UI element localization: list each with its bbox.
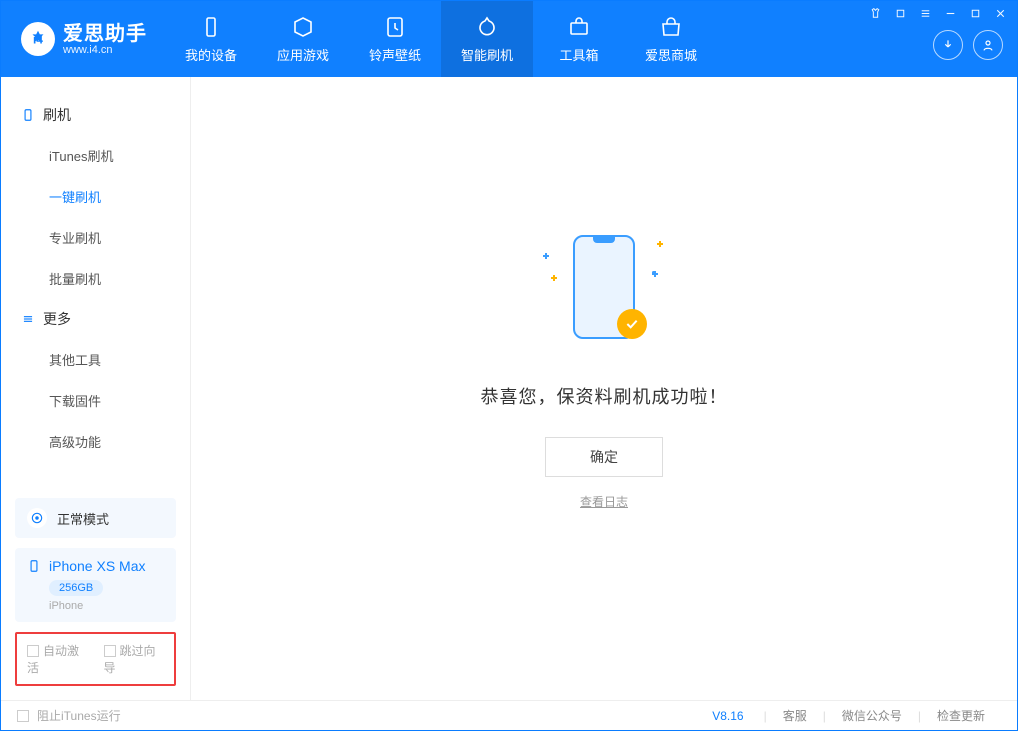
mode-icon bbox=[27, 508, 47, 528]
success-illustration bbox=[529, 227, 679, 357]
skip-guide-option[interactable]: 跳过向导 bbox=[104, 642, 165, 676]
svg-text:i4: i4 bbox=[33, 33, 43, 47]
sidebar-item-download-firmware[interactable]: 下载固件 bbox=[1, 380, 190, 421]
sidebar-item-advanced[interactable]: 高级功能 bbox=[1, 421, 190, 462]
checkbox-icon[interactable] bbox=[104, 645, 116, 657]
device-type: iPhone bbox=[49, 600, 164, 612]
footer-link-update[interactable]: 检查更新 bbox=[921, 707, 1001, 724]
header-right bbox=[859, 1, 1017, 77]
sidebar-item-batch-flash[interactable]: 批量刷机 bbox=[1, 258, 190, 299]
footer-link-support[interactable]: 客服 bbox=[767, 707, 823, 724]
capacity-badge: 256GB bbox=[49, 580, 103, 596]
menu-icon[interactable] bbox=[919, 7, 932, 20]
minimize-icon[interactable] bbox=[944, 7, 957, 20]
nav-label: 爱思商城 bbox=[645, 45, 697, 64]
nav-tab-mydevice[interactable]: 我的设备 bbox=[165, 1, 257, 77]
checkbox-icon[interactable] bbox=[17, 710, 29, 722]
logo-icon: i4 bbox=[21, 22, 55, 56]
sidebar-item-pro-flash[interactable]: 专业刷机 bbox=[1, 217, 190, 258]
nav-tab-apps[interactable]: 应用游戏 bbox=[257, 1, 349, 77]
options-row: 自动激活 跳过向导 bbox=[15, 632, 176, 686]
ok-button[interactable]: 确定 bbox=[545, 437, 663, 477]
phone-icon bbox=[27, 559, 41, 573]
cube-icon[interactable] bbox=[894, 7, 907, 20]
shirt-icon[interactable] bbox=[869, 7, 882, 20]
device-card[interactable]: iPhone XS Max 256GB iPhone bbox=[15, 548, 176, 622]
sidebar-section-more: 更多 bbox=[1, 299, 190, 339]
footer: 阻止iTunes运行 V8.16 | 客服 | 微信公众号 | 检查更新 bbox=[1, 700, 1017, 730]
logo-area: i4 爱思助手 www.i4.cn bbox=[1, 1, 165, 77]
nav-tab-flash[interactable]: 智能刷机 bbox=[441, 1, 533, 77]
sidebar-item-othertools[interactable]: 其他工具 bbox=[1, 339, 190, 380]
nav-label: 我的设备 bbox=[185, 45, 237, 64]
footer-link-wechat[interactable]: 微信公众号 bbox=[826, 707, 918, 724]
nav-label: 铃声壁纸 bbox=[369, 45, 421, 64]
header: i4 爱思助手 www.i4.cn 我的设备 应用游戏 铃声壁纸 智能 bbox=[1, 1, 1017, 77]
mode-card[interactable]: 正常模式 bbox=[15, 498, 176, 538]
device-name-text: iPhone XS Max bbox=[49, 558, 146, 574]
success-title: 恭喜您，保资料刷机成功啦！ bbox=[481, 383, 728, 409]
download-button[interactable] bbox=[933, 30, 963, 60]
user-button[interactable] bbox=[973, 30, 1003, 60]
block-itunes-label[interactable]: 阻止iTunes运行 bbox=[37, 707, 121, 724]
maximize-icon[interactable] bbox=[969, 7, 982, 20]
sidebar: 刷机 iTunes刷机 一键刷机 专业刷机 批量刷机 更多 其他工具 下载固件 … bbox=[1, 77, 191, 700]
auto-activate-option[interactable]: 自动激活 bbox=[27, 642, 88, 676]
nav-tabs: 我的设备 应用游戏 铃声壁纸 智能刷机 工具箱 爱思商城 bbox=[165, 1, 717, 77]
sidebar-section-flash: 刷机 bbox=[1, 95, 190, 135]
nav-label: 工具箱 bbox=[559, 45, 598, 64]
nav-label: 智能刷机 bbox=[461, 45, 513, 64]
nav-tab-toolbox[interactable]: 工具箱 bbox=[533, 1, 625, 77]
checkbox-icon[interactable] bbox=[27, 645, 39, 657]
nav-tab-shop[interactable]: 爱思商城 bbox=[625, 1, 717, 77]
view-log-link[interactable]: 查看日志 bbox=[580, 493, 628, 510]
window-controls bbox=[869, 7, 1007, 20]
main-content: 恭喜您，保资料刷机成功啦！ 确定 查看日志 bbox=[191, 77, 1017, 700]
logo-title: 爱思助手 bbox=[63, 23, 147, 45]
nav-label: 应用游戏 bbox=[277, 45, 329, 64]
sidebar-item-itunes-flash[interactable]: iTunes刷机 bbox=[1, 135, 190, 176]
version-label: V8.16 bbox=[712, 709, 743, 723]
logo-subtitle: www.i4.cn bbox=[63, 45, 147, 56]
nav-tab-ringtones[interactable]: 铃声壁纸 bbox=[349, 1, 441, 77]
close-icon[interactable] bbox=[994, 7, 1007, 20]
mode-label: 正常模式 bbox=[57, 509, 109, 528]
check-icon bbox=[617, 309, 647, 339]
sidebar-item-oneclick-flash[interactable]: 一键刷机 bbox=[1, 176, 190, 217]
